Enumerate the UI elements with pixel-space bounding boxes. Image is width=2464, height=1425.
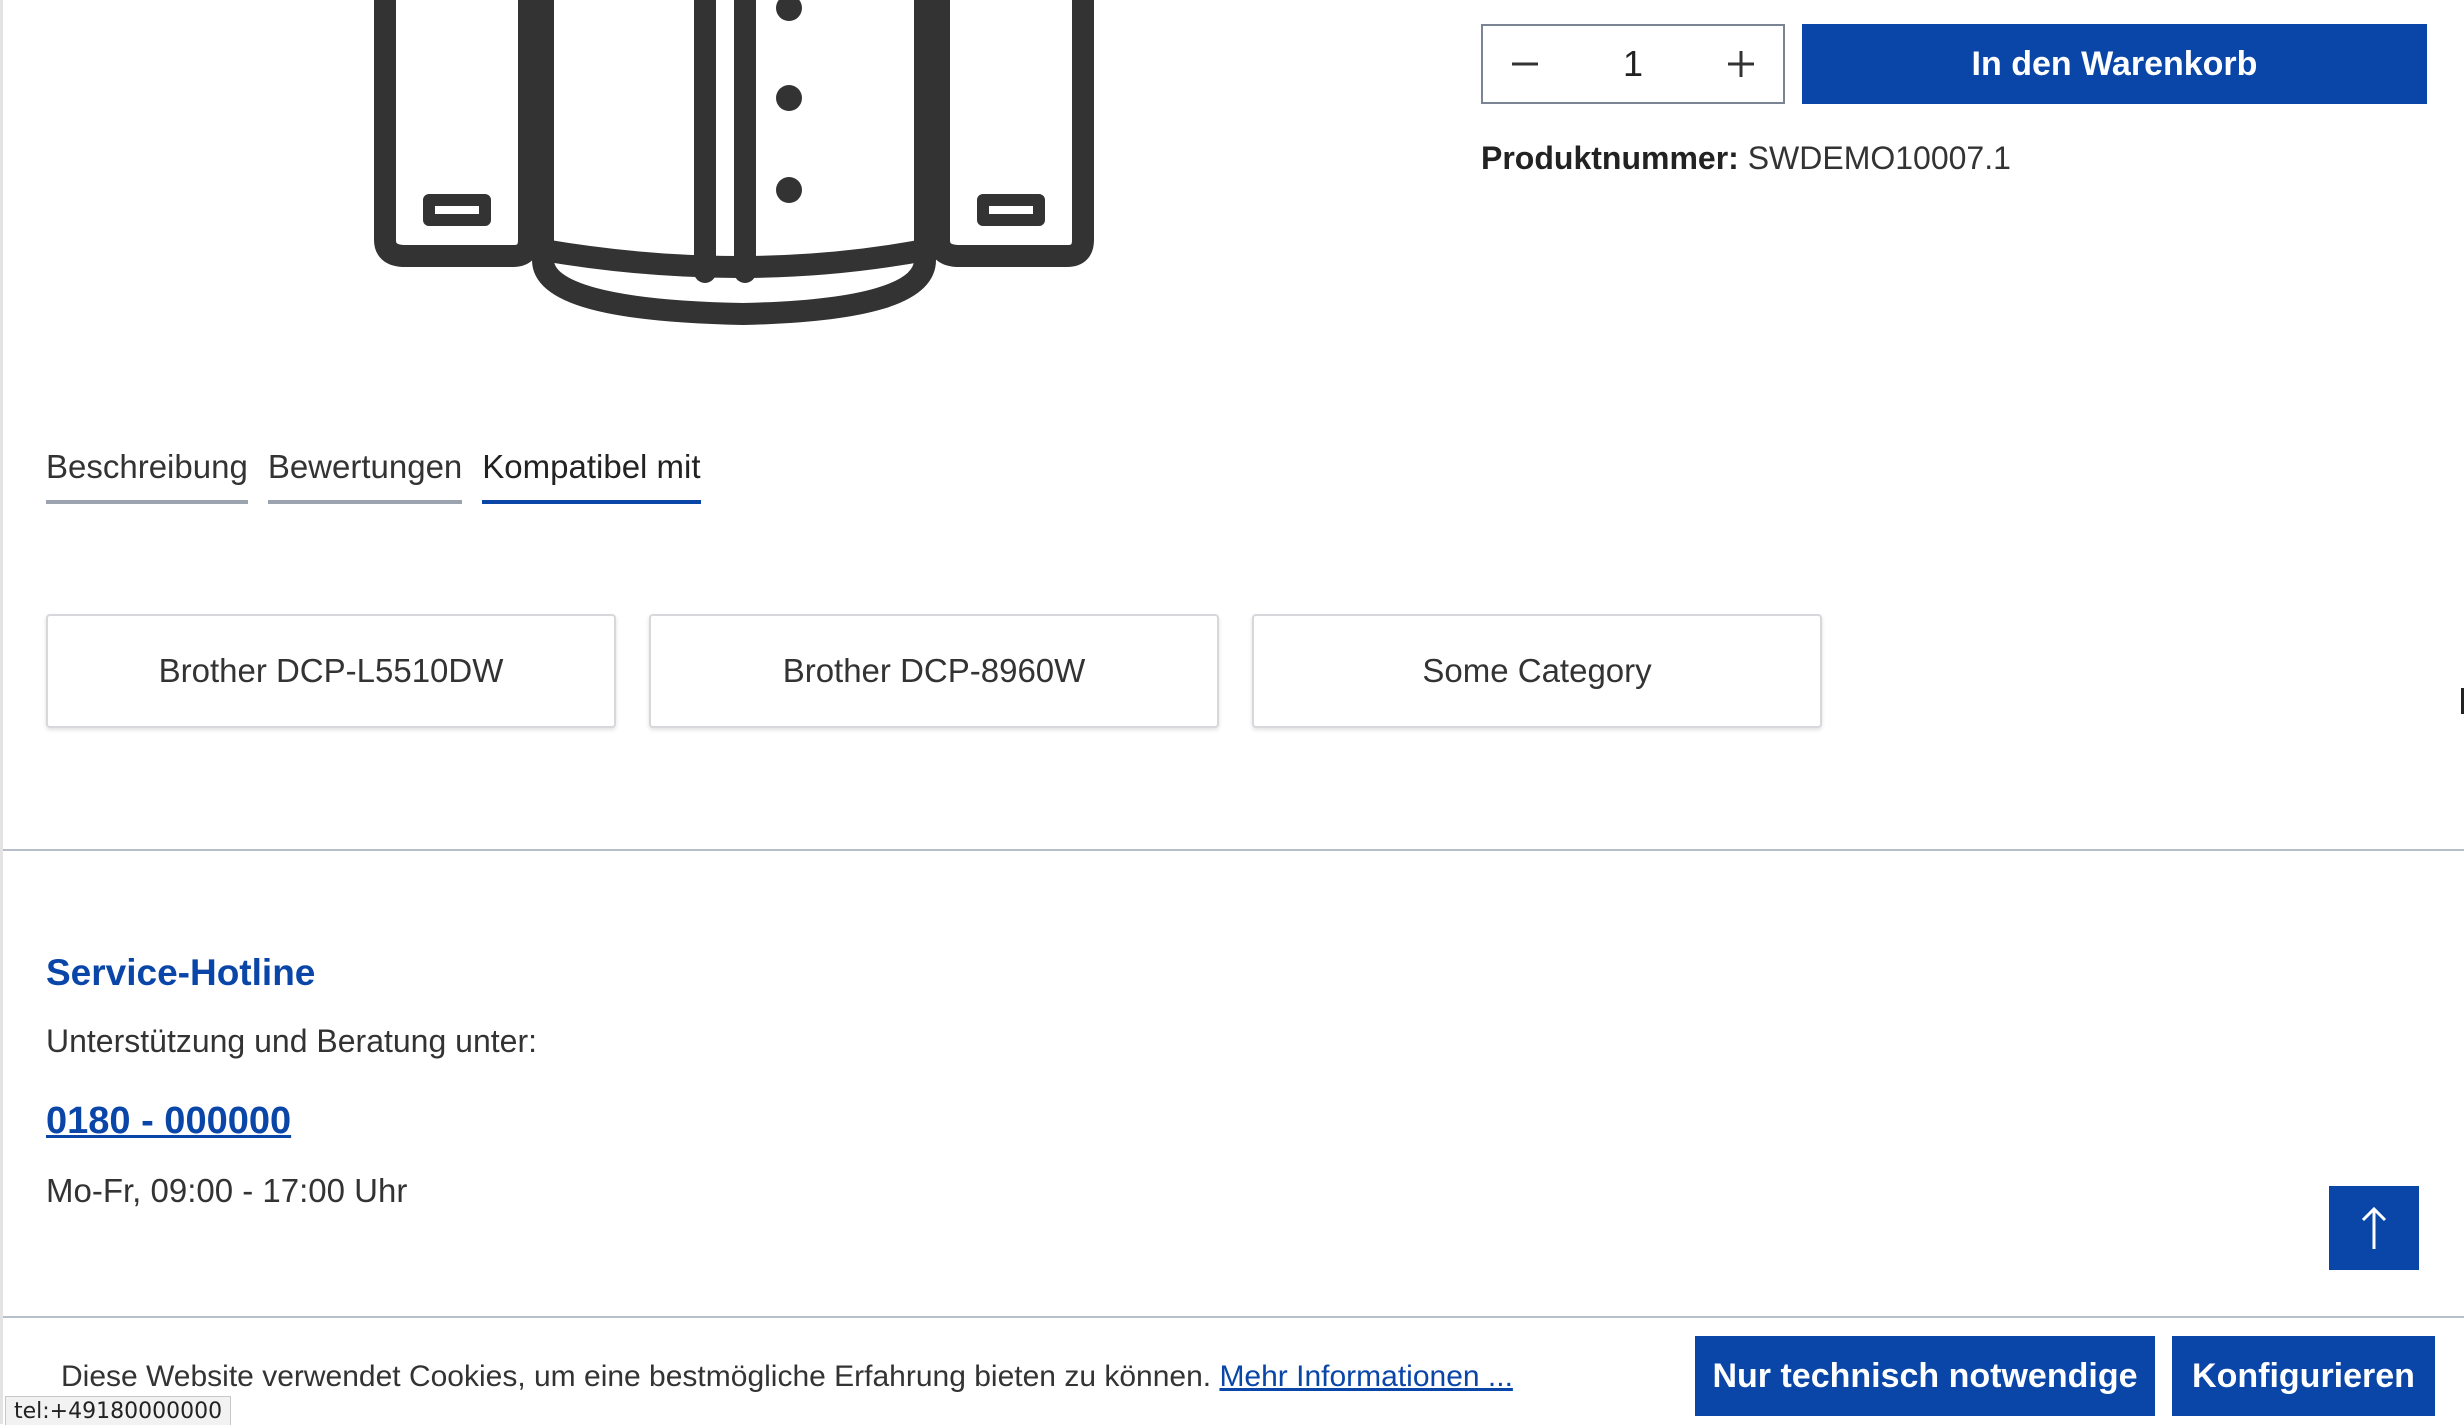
tab-description[interactable]: Beschreibung <box>46 448 248 504</box>
browser-status-bar: tel:+49180000000 <box>5 1396 232 1425</box>
compatible-item[interactable]: Brother DCP-L5510DW <box>46 614 616 728</box>
cookie-notice: Diese Website verwendet Cookies, um eine… <box>61 1360 1513 1394</box>
compatible-item[interactable]: Some Category <box>1252 614 1822 728</box>
product-number-value: SWDEMO10007.1 <box>1747 140 2011 176</box>
quantity-stepper: 1 <box>1481 24 1785 104</box>
cookie-more-info-link[interactable]: Mehr Informationen ... <box>1219 1360 1512 1393</box>
footer-divider <box>3 849 2464 851</box>
cookie-bar-divider <box>3 1316 2464 1318</box>
compatible-item[interactable]: Brother DCP-8960W <box>649 614 1219 728</box>
plus-icon <box>1728 51 1754 77</box>
tab-reviews[interactable]: Bewertungen <box>267 448 463 504</box>
cookie-notice-text: Diese Website verwendet Cookies, um eine… <box>61 1360 1212 1393</box>
quantity-input[interactable]: 1 <box>1567 43 1699 85</box>
service-hotline-title: Service-Hotline <box>46 952 316 993</box>
scroll-to-top-button[interactable] <box>2329 1186 2419 1270</box>
add-to-cart-button[interactable]: In den Warenkorb <box>1802 24 2427 104</box>
compatible-list: Brother DCP-L5510DW Brother DCP-8960W So… <box>46 614 1822 728</box>
cookie-configure-button[interactable]: Konfigurieren <box>2172 1336 2435 1416</box>
product-number-label: Produktnummer: <box>1481 140 1739 176</box>
tab-compatible[interactable]: Kompatibel mit <box>482 448 701 504</box>
quantity-increase-button[interactable] <box>1699 26 1783 102</box>
page: 1 In den Warenkorb Produktnummer: SWDEMO… <box>0 0 2464 1425</box>
service-hotline-subtitle: Unterstützung und Beratung unter: <box>46 1023 537 1059</box>
service-phone-link[interactable]: 0180 - 000000 <box>46 1100 291 1143</box>
cookie-necessary-button[interactable]: Nur technisch notwendige <box>1695 1336 2155 1416</box>
arrow-up-icon <box>2361 1206 2387 1249</box>
product-tabs: Beschreibung Bewertungen Kompatibel mit <box>46 448 701 504</box>
minus-icon <box>1512 62 1538 66</box>
product-image <box>374 0 1094 325</box>
product-number: Produktnummer: SWDEMO10007.1 <box>1481 140 2011 177</box>
quantity-decrease-button[interactable] <box>1483 26 1567 102</box>
service-hours: Mo-Fr, 09:00 - 17:00 Uhr <box>46 1172 408 1209</box>
